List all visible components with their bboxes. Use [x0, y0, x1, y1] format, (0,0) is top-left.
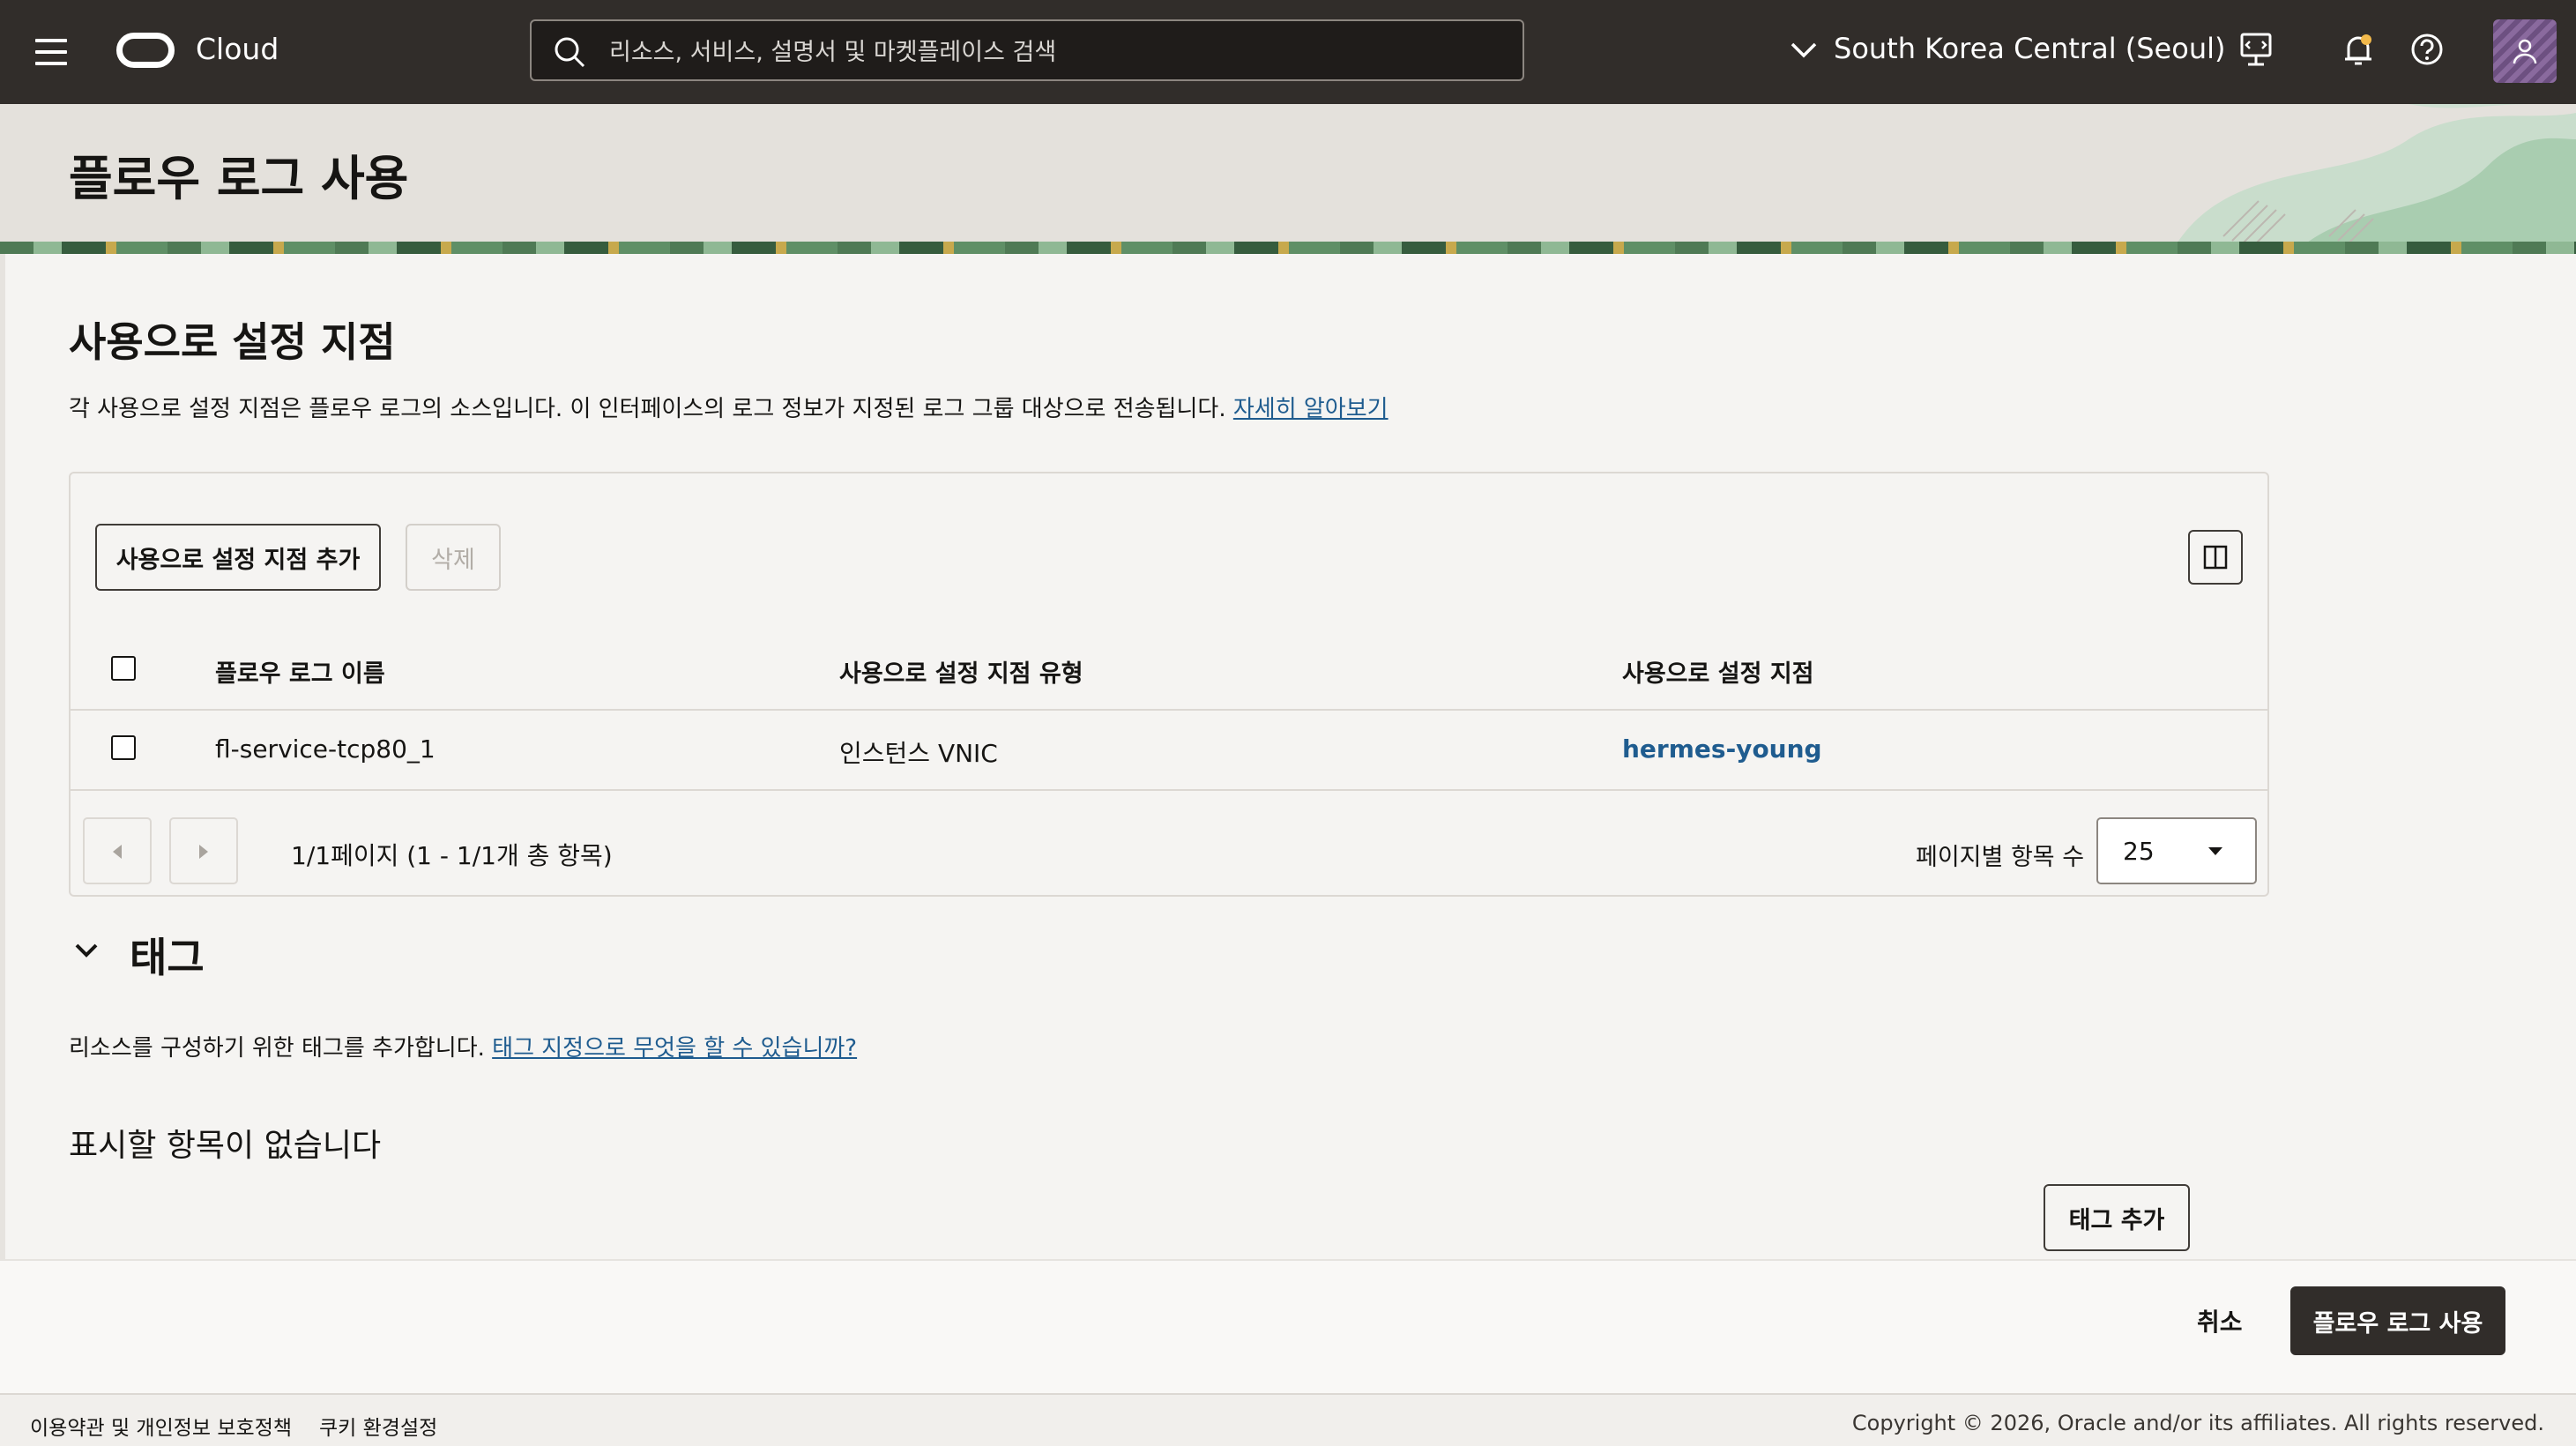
select-all-checkbox[interactable] — [111, 656, 136, 681]
left-edge — [0, 254, 5, 1397]
chevron-down-icon — [75, 943, 98, 958]
enablement-point-link[interactable]: hermes-young — [1622, 734, 1822, 764]
table-divider — [71, 789, 2267, 791]
terms-privacy-link[interactable]: 이용약관 및 개인정보 보호정책 — [30, 1411, 292, 1441]
page-title: 플로우 로그 사용 — [69, 151, 409, 206]
column-header-enablement-type[interactable]: 사용으로 설정 지점 유형 — [839, 654, 1083, 689]
footer: 이용약관 및 개인정보 보호정책 쿠키 환경설정 Copyright © 202… — [0, 1393, 2576, 1446]
items-per-page-select[interactable]: 25 — [2096, 817, 2257, 884]
enablement-description: 각 사용으로 설정 지점은 플로우 로그의 소스입니다. 이 인터페이스의 로그… — [69, 391, 1389, 423]
region-selector[interactable]: South Korea Central (Seoul) — [1790, 32, 2225, 65]
tags-section-title: 태그 — [130, 934, 205, 981]
next-page-button[interactable] — [169, 817, 238, 884]
oracle-logo-icon[interactable] — [116, 33, 175, 68]
caret-left-icon — [113, 845, 122, 859]
tags-collapse-toggle[interactable] — [72, 936, 101, 968]
add-tag-button[interactable]: 태그 추가 — [2044, 1184, 2190, 1251]
pagination-status: 1/1페이지 (1 - 1/1개 총 항목) — [291, 841, 613, 870]
caret-right-icon — [199, 845, 208, 859]
developer-tools-icon[interactable] — [2239, 32, 2273, 71]
enable-flow-log-button[interactable]: 플로우 로그 사용 — [2290, 1286, 2505, 1355]
search-input[interactable] — [607, 32, 1501, 72]
brand-name[interactable]: Cloud — [196, 32, 279, 66]
tagging-help-link[interactable]: 태그 지정으로 무엇을 할 수 있습니까? — [492, 1035, 857, 1062]
decorative-illustration — [2170, 104, 2576, 254]
flow-log-name-cell: fl-service-tcp80_1 — [215, 734, 436, 764]
delete-button[interactable]: 삭제 — [406, 524, 501, 591]
tags-description-text: 리소스를 구성하기 위한 태그를 추가합니다. — [69, 1035, 493, 1062]
enablement-type-cell: 인스턴스 VNIC — [839, 739, 998, 768]
help-icon[interactable] — [2409, 32, 2445, 71]
column-manager-button[interactable] — [2188, 530, 2243, 585]
table-divider — [71, 709, 2267, 711]
enablement-section-title: 사용으로 설정 지점 — [69, 318, 396, 366]
no-items-message: 표시할 항목이 없습니다 — [69, 1128, 382, 1164]
column-header-enablement-point[interactable]: 사용으로 설정 지점 — [1622, 654, 1814, 689]
caret-down-icon — [2208, 847, 2222, 855]
add-enablement-point-button[interactable]: 사용으로 설정 지점 추가 — [95, 524, 381, 591]
region-name: South Korea Central (Seoul) — [1834, 32, 2226, 65]
previous-page-button[interactable] — [83, 817, 152, 884]
chevron-down-icon — [1791, 42, 1817, 58]
decorative-stripe — [0, 242, 2576, 254]
items-per-page-label: 페이지별 항목 수 — [1916, 844, 2085, 871]
items-per-page-value: 25 — [2123, 837, 2155, 866]
column-header-flow-log-name[interactable]: 플로우 로그 이름 — [215, 654, 385, 689]
top-navigation-bar: Cloud South Korea Central (Seoul) — [0, 0, 2576, 104]
row-checkbox[interactable] — [111, 735, 136, 760]
enablement-points-table-panel: 사용으로 설정 지점 추가 삭제 플로우 로그 이름 사용으로 설정 지점 유형… — [69, 472, 2269, 897]
user-avatar[interactable] — [2493, 19, 2557, 83]
search-icon — [555, 37, 585, 68]
notifications-bell-icon[interactable] — [2341, 32, 2375, 71]
cookie-preferences-link[interactable]: 쿠키 환경설정 — [319, 1411, 437, 1441]
search-box[interactable] — [530, 19, 1524, 81]
learn-more-link[interactable]: 자세히 알아보기 — [1233, 396, 1389, 422]
form-action-bar — [0, 1259, 2576, 1395]
description-text: 각 사용으로 설정 지점은 플로우 로그의 소스입니다. 이 인터페이스의 로그… — [69, 396, 1233, 422]
navigation-menu-icon[interactable] — [35, 39, 67, 65]
user-icon — [2513, 39, 2537, 64]
columns-icon — [2203, 545, 2228, 570]
cancel-button[interactable]: 취소 — [2197, 1303, 2243, 1338]
copyright-text: Copyright © 2026, Oracle and/or its affi… — [1851, 1411, 2544, 1435]
tags-description: 리소스를 구성하기 위한 태그를 추가합니다. 태그 지정으로 무엇을 할 수 … — [69, 1030, 857, 1062]
